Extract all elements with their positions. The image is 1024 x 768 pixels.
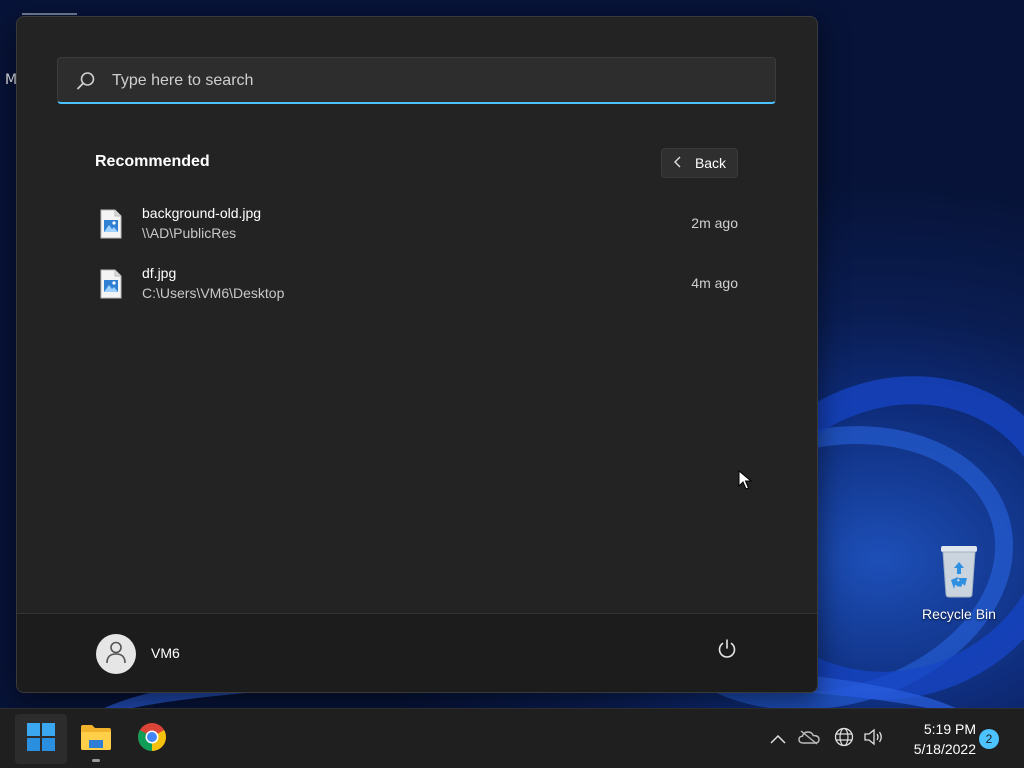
user-avatar[interactable] [96,634,136,674]
list-item[interactable]: background-old.jpg \\AD\PublicRes 2m ago [93,197,741,257]
file-explorer-button[interactable] [70,714,122,764]
power-button[interactable] [715,639,739,663]
recommended-list: background-old.jpg \\AD\PublicRes 2m ago… [93,197,741,317]
item-name: background-old.jpg [142,205,262,221]
recycle-bin-label: Recycle Bin [922,606,996,622]
power-icon [716,638,738,664]
running-indicator [92,759,100,762]
clock[interactable]: 5:19 PM 5/18/2022 [898,719,976,759]
item-name: df.jpg [142,265,177,281]
onedrive-button[interactable] [797,727,821,751]
item-time: 2m ago [691,215,738,231]
start-menu: Recommended Back background-old.jpg \\AD… [16,16,818,693]
start-menu-footer: VM6 [17,613,817,692]
user-icon [105,640,127,668]
file-explorer-icon [80,723,112,755]
search-box[interactable] [57,57,776,104]
recommended-title: Recommended [95,153,210,170]
onedrive-icon [798,729,820,749]
desktop-edge-mark [22,13,77,15]
show-hidden-icons-button[interactable] [766,727,790,751]
image-file-icon [99,269,123,303]
search-icon [76,71,96,95]
recycle-bin-icon [937,542,981,598]
chrome-icon [137,722,167,756]
start-icon [26,722,56,756]
volume-icon [863,727,885,751]
clock-time: 5:19 PM [923,721,976,737]
volume-button[interactable] [862,727,886,751]
chevron-left-icon [673,155,683,171]
network-button[interactable] [832,727,856,751]
back-button[interactable]: Back [661,148,738,178]
network-icon [834,727,854,751]
chrome-button[interactable] [126,714,178,764]
recycle-bin[interactable]: Recycle Bin [914,542,1004,622]
item-path: \\AD\PublicRes [142,225,237,241]
user-name[interactable]: VM6 [151,645,180,661]
back-button-label: Back [694,155,727,171]
start-button[interactable] [15,714,67,764]
list-item[interactable]: df.jpg C:\Users\VM6\Desktop 4m ago [93,257,741,317]
item-path: C:\Users\VM6\Desktop [142,285,285,301]
chevron-up-icon [769,730,787,749]
mouse-cursor-icon [738,469,753,494]
notification-badge[interactable]: 2 [979,729,999,749]
search-input[interactable] [110,58,754,104]
clock-date: 5/18/2022 [913,741,976,757]
image-file-icon [99,209,123,243]
item-time: 4m ago [691,275,738,291]
taskbar: 5:19 PM 5/18/2022 2 [0,708,1024,768]
